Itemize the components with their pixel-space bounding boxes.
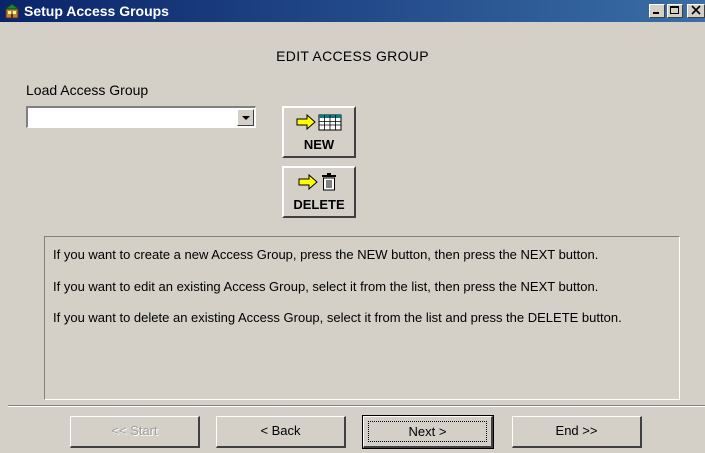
delete-button-icons	[284, 172, 354, 192]
title-bar[interactable]: Setup Access Groups	[0, 0, 705, 22]
new-button[interactable]: NEW	[282, 106, 356, 158]
page-heading: EDIT ACCESS GROUP	[276, 48, 429, 64]
maximize-icon	[670, 6, 679, 14]
close-button[interactable]	[687, 4, 705, 18]
load-access-group-label: Load Access Group	[26, 82, 149, 98]
window-title: Setup Access Groups	[24, 3, 169, 19]
trash-icon	[322, 173, 336, 191]
next-button[interactable]: Next >	[362, 415, 494, 449]
building-icon	[3, 3, 21, 19]
load-access-group-select[interactable]	[26, 106, 256, 128]
minimize-button[interactable]	[649, 4, 665, 18]
instruction-edit: If you want to edit an existing Access G…	[53, 279, 599, 294]
instruction-delete: If you want to delete an existing Access…	[53, 310, 622, 325]
maximize-button[interactable]	[667, 4, 683, 18]
new-button-label: NEW	[303, 137, 335, 152]
delete-button[interactable]: DELETE	[282, 166, 356, 218]
arrow-right-icon	[296, 113, 316, 131]
chevron-down-icon	[242, 116, 250, 120]
delete-button-label: DELETE	[293, 197, 345, 212]
back-button[interactable]: < Back	[216, 416, 346, 448]
close-icon	[691, 5, 701, 15]
dropdown-button[interactable]	[237, 109, 254, 126]
arrow-right-icon	[298, 173, 318, 191]
grid-icon	[318, 114, 342, 131]
new-button-icons	[284, 112, 354, 132]
divider	[8, 405, 705, 407]
setup-access-groups-window: Setup Access Groups EDIT ACCESS GROUP Lo…	[0, 0, 705, 453]
minimize-icon	[653, 12, 659, 14]
instruction-new: If you want to create a new Access Group…	[53, 247, 599, 262]
instructions-panel: If you want to create a new Access Group…	[44, 236, 680, 400]
next-button-label: Next >	[368, 421, 487, 442]
end-button[interactable]: End >>	[512, 416, 642, 448]
start-button[interactable]: << Start	[70, 416, 200, 448]
